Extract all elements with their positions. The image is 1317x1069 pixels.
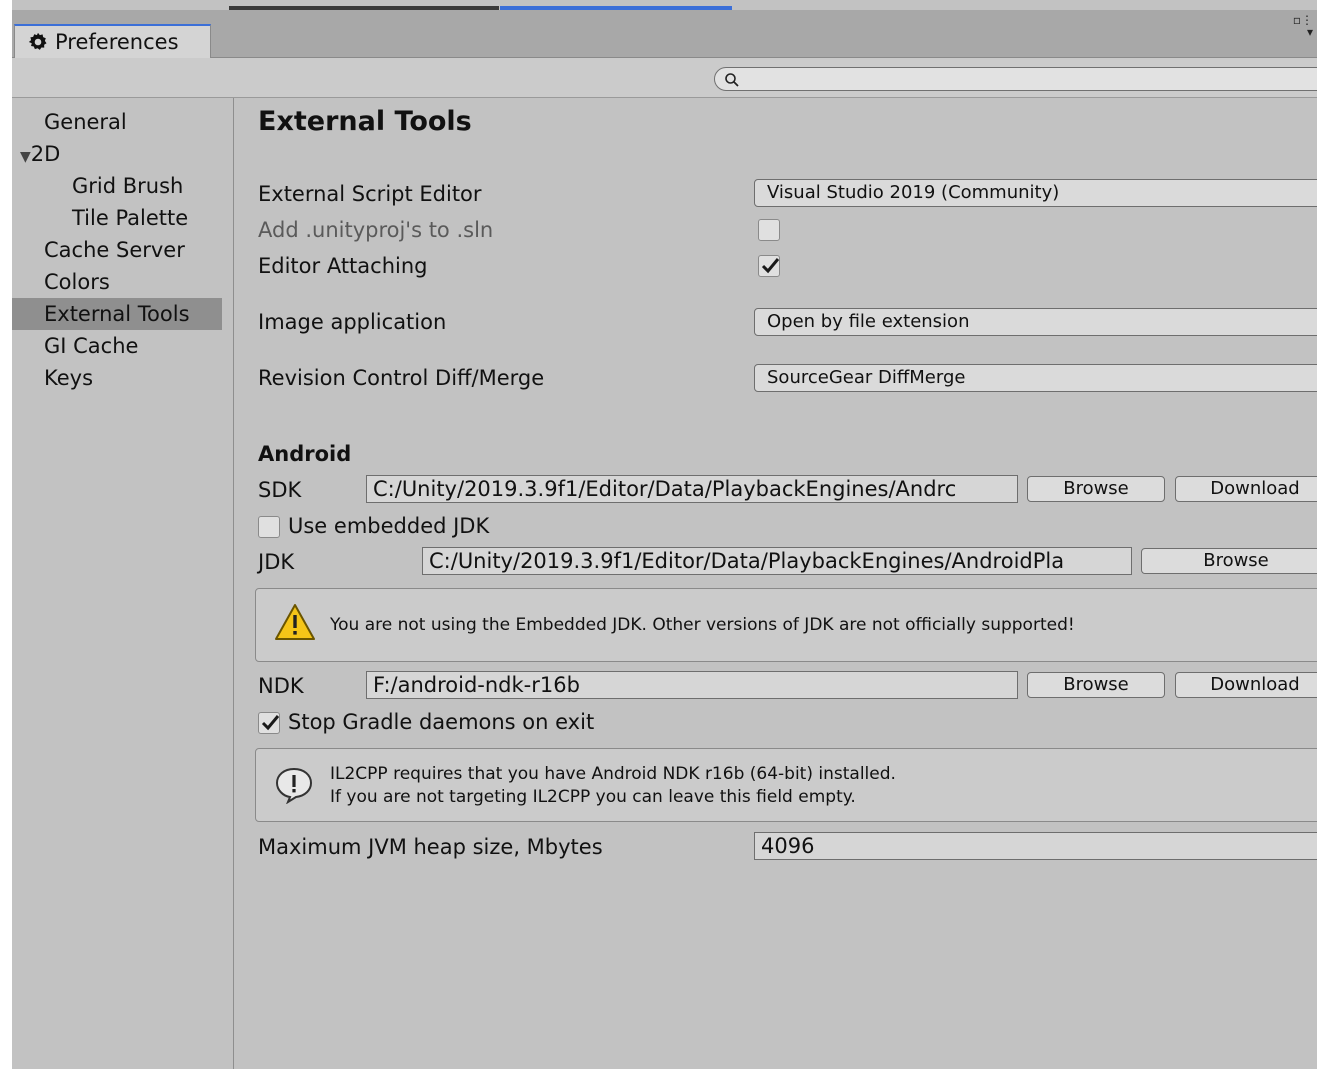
sidebar-item-general[interactable]: General	[12, 106, 222, 138]
info-icon	[275, 767, 313, 804]
page-title: External Tools	[258, 106, 472, 137]
sidebar-item-tile-palette[interactable]: Tile Palette	[12, 202, 222, 234]
use-embedded-jdk-label: Use embedded JDK	[288, 514, 490, 538]
sidebar-item-label: 2D	[30, 142, 61, 166]
ndk-info-line2: If you are not targeting IL2CPP you can …	[330, 787, 856, 807]
add-unityproj-checkbox[interactable]	[758, 219, 780, 241]
sidebar-item-keys[interactable]: Keys	[12, 362, 222, 394]
ndk-info-box: IL2CPP requires that you have Android ND…	[255, 748, 1317, 822]
triangle-down-icon[interactable]: ▼	[20, 149, 31, 165]
sidebar-item-colors[interactable]: Colors	[12, 266, 222, 298]
sidebar-item-label: General	[44, 110, 127, 134]
tab-title: Preferences	[55, 30, 179, 54]
jdk-warning-box: You are not using the Embedded JDK. Othe…	[255, 588, 1317, 662]
ndk-browse-button[interactable]: Browse	[1027, 672, 1165, 698]
sidebar-item-label: Keys	[44, 366, 94, 390]
image-application-label: Image application	[258, 310, 447, 334]
jdk-path-field[interactable]: C:/Unity/2019.3.9f1/Editor/Data/Playback…	[422, 547, 1132, 575]
search-icon	[725, 73, 739, 87]
jvm-heap-field[interactable]: 4096	[754, 832, 1317, 860]
stop-gradle-label: Stop Gradle daemons on exit	[288, 710, 595, 734]
content-panel: External Tools External Script Editor Vi…	[234, 98, 1317, 1069]
sidebar-item-external-tools[interactable]: External Tools	[12, 298, 222, 330]
sidebar: General ▼2D Grid Brush Tile Palette Cach…	[12, 98, 234, 1069]
preferences-window: Preferences ▫⋮ ▾ General ▼2D Grid Brush …	[12, 0, 1317, 1069]
sidebar-item-label: Cache Server	[44, 238, 185, 262]
sdk-browse-button[interactable]: Browse	[1027, 476, 1165, 502]
script-editor-label: External Script Editor	[258, 182, 482, 206]
tab-preferences[interactable]: Preferences	[14, 24, 211, 58]
sidebar-item-gi-cache[interactable]: GI Cache	[12, 330, 222, 362]
script-editor-dropdown[interactable]: Visual Studio 2019 (Community)	[754, 179, 1317, 207]
diff-merge-label: Revision Control Diff/Merge	[258, 366, 545, 390]
sidebar-item-label: External Tools	[44, 302, 190, 326]
sdk-download-button[interactable]: Download	[1175, 476, 1317, 502]
editor-attaching-label: Editor Attaching	[258, 254, 428, 278]
gear-icon	[28, 32, 47, 50]
ndk-label: NDK	[258, 674, 304, 698]
toolbar	[12, 58, 1317, 98]
tab-bar: Preferences ▫⋮ ▾	[12, 10, 1317, 58]
jdk-warning-text: You are not using the Embedded JDK. Othe…	[330, 615, 1075, 635]
use-embedded-jdk-checkbox[interactable]	[258, 516, 280, 538]
warning-icon	[275, 604, 315, 640]
sidebar-item-grid-brush[interactable]: Grid Brush	[12, 170, 222, 202]
image-application-dropdown[interactable]: Open by file extension	[754, 308, 1317, 336]
sidebar-item-label: GI Cache	[44, 334, 139, 358]
android-heading: Android	[258, 442, 352, 466]
ndk-download-button[interactable]: Download	[1175, 672, 1317, 698]
add-unityproj-label: Add .unityproj's to .sln	[258, 218, 494, 242]
sidebar-item-2d[interactable]: ▼2D	[12, 138, 222, 170]
jdk-label: JDK	[258, 550, 295, 574]
sidebar-item-label: Colors	[44, 270, 110, 294]
ndk-path-field[interactable]: F:/android-ndk-r16b	[366, 671, 1018, 699]
sdk-label: SDK	[258, 478, 302, 502]
search-input[interactable]	[714, 67, 1317, 91]
sidebar-item-cache-server[interactable]: Cache Server	[12, 234, 222, 266]
window-controls[interactable]: ▫⋮ ▾	[1293, 14, 1313, 38]
checkmark-icon	[261, 715, 280, 731]
sidebar-item-label: Grid Brush	[72, 174, 184, 198]
jdk-browse-button[interactable]: Browse	[1141, 548, 1317, 574]
ndk-info-line1: IL2CPP requires that you have Android ND…	[330, 764, 896, 784]
stop-gradle-checkbox[interactable]	[258, 712, 280, 734]
diff-merge-dropdown[interactable]: SourceGear DiffMerge	[754, 364, 1317, 392]
editor-attaching-checkbox[interactable]	[758, 255, 780, 277]
checkmark-icon	[761, 258, 780, 274]
sdk-path-field[interactable]: C:/Unity/2019.3.9f1/Editor/Data/Playback…	[366, 475, 1018, 503]
jvm-heap-label: Maximum JVM heap size, Mbytes	[258, 835, 603, 859]
sidebar-item-label: Tile Palette	[72, 206, 189, 230]
menu-icon[interactable]: ▾	[1293, 26, 1313, 38]
